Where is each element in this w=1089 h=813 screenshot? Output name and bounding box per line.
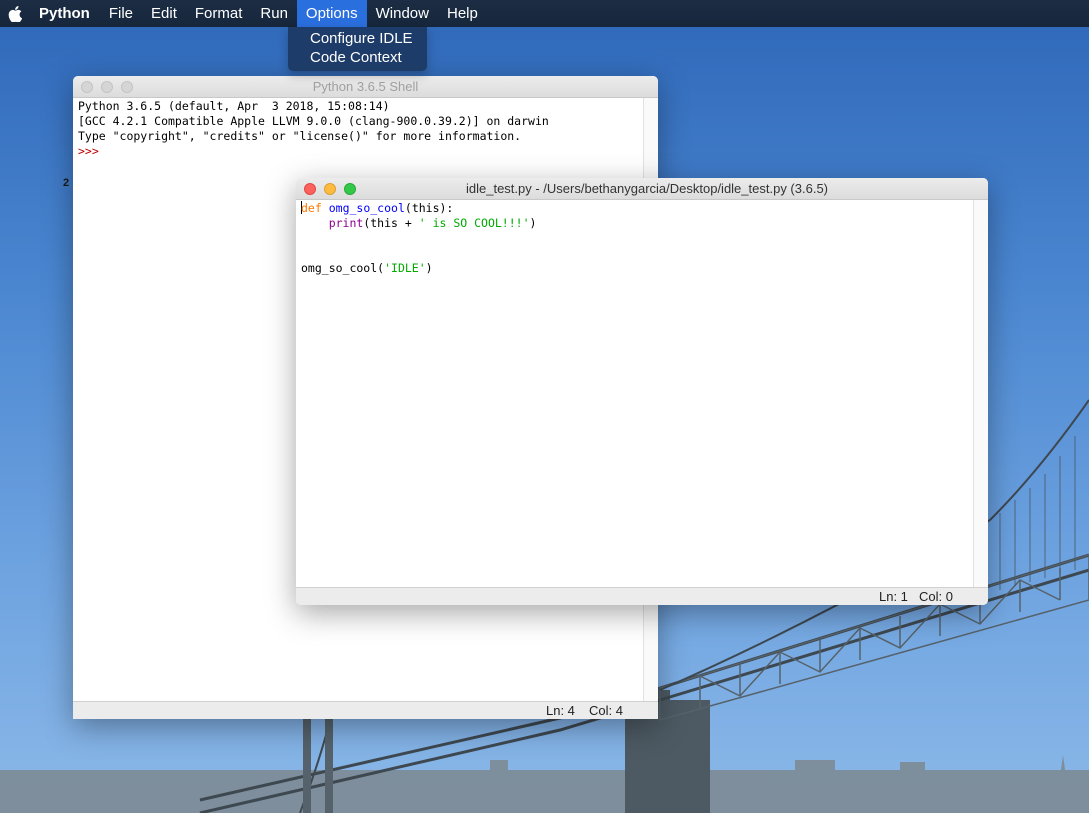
builtin-print: print: [328, 216, 364, 230]
menu-format[interactable]: Format: [186, 0, 252, 27]
code-line-2: print(this + ' is SO COOL!!!'): [301, 216, 537, 231]
menu-file[interactable]: File: [100, 0, 142, 27]
shell-col-indicator: Col: 4: [589, 703, 623, 718]
code-line-5: omg_so_cool('IDLE'): [301, 261, 536, 276]
menu-bar: Python File Edit Format Run Options Wind…: [0, 0, 1089, 27]
desktop-label-fragment: 2: [63, 177, 70, 189]
menu-options[interactable]: Options: [296, 0, 367, 27]
editor-window: idle_test.py - /Users/bethanygarcia/Desk…: [296, 178, 988, 605]
print-args: (this +: [363, 216, 419, 230]
menu-help[interactable]: Help: [438, 0, 487, 27]
close-paren: ): [529, 216, 537, 230]
function-params: (this):: [404, 201, 454, 215]
string-literal: ' is SO COOL!!!': [418, 216, 530, 230]
call-close-paren: ): [425, 261, 433, 275]
string-literal-idle: 'IDLE': [384, 261, 426, 275]
editor-statusbar: Ln: 1 Col: 0: [296, 587, 988, 605]
options-dropdown-menu: Configure IDLE Code Context: [288, 27, 427, 71]
menu-window[interactable]: Window: [367, 0, 438, 27]
shell-window-title: Python 3.6.5 Shell: [312, 79, 419, 94]
shell-statusbar: Ln: 4 Col: 4: [73, 701, 658, 719]
editor-window-title: idle_test.py - /Users/bethanygarcia/Desk…: [465, 181, 828, 196]
editor-col-indicator: Col: 0: [919, 589, 953, 604]
shell-text-area[interactable]: Python 3.6.5 (default, Apr 3 2018, 15:08…: [78, 99, 549, 159]
shell-line-indicator: Ln: 4: [546, 703, 575, 718]
shell-prompt: >>>: [78, 144, 99, 158]
editor-titlebar[interactable]: idle_test.py - /Users/bethanygarcia/Desk…: [296, 178, 988, 200]
keyword-def: def: [301, 201, 322, 215]
function-name: omg_so_cool: [328, 201, 405, 215]
shell-titlebar[interactable]: Python 3.6.5 Shell: [73, 76, 658, 98]
editor-text-area[interactable]: def omg_so_cool(this): print(this + ' is…: [301, 201, 536, 276]
menu-app-python[interactable]: Python: [28, 0, 100, 27]
apple-logo-icon[interactable]: [2, 0, 28, 27]
menu-item-configure-idle[interactable]: Configure IDLE: [288, 29, 427, 48]
editor-scrollbar[interactable]: [973, 200, 988, 587]
menu-item-code-context[interactable]: Code Context: [288, 48, 427, 67]
menu-run[interactable]: Run: [251, 0, 297, 27]
function-call: omg_so_cool(: [301, 261, 385, 275]
shell-banner-line-2: [GCC 4.2.1 Compatible Apple LLVM 9.0.0 (…: [78, 114, 549, 128]
menu-edit[interactable]: Edit: [142, 0, 186, 27]
editor-line-indicator: Ln: 1: [879, 589, 908, 604]
shell-banner-line-3: Type "copyright", "credits" or "license(…: [78, 129, 522, 143]
code-line-1: def omg_so_cool(this):: [301, 201, 536, 216]
shell-banner-line-1: Python 3.6.5 (default, Apr 3 2018, 15:08…: [78, 99, 390, 113]
